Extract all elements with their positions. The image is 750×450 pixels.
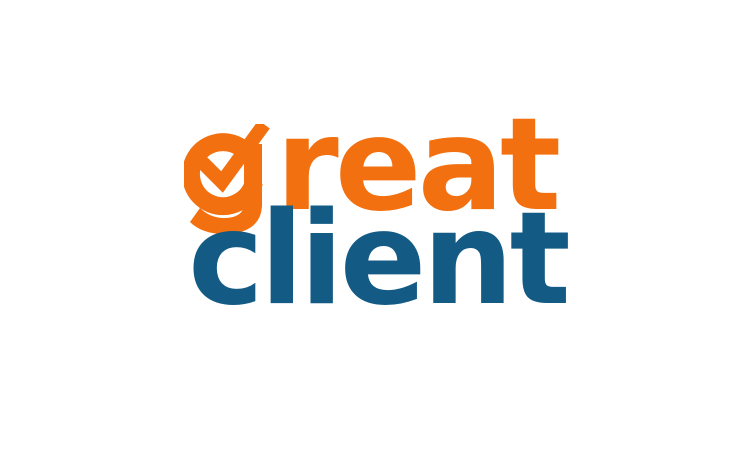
great-client-logo: great client: [0, 0, 750, 450]
logo-word-client: client: [188, 185, 571, 334]
